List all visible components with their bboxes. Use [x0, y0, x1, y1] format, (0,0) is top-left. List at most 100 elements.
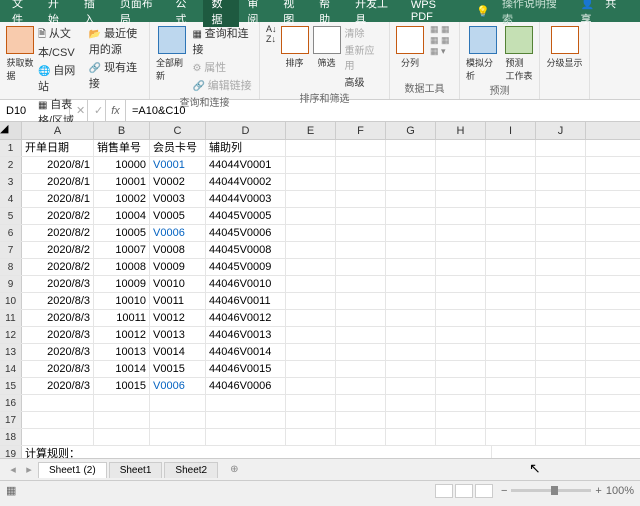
cell[interactable]: 销售单号	[94, 140, 150, 156]
cell[interactable]: 10015	[94, 378, 150, 394]
col-header[interactable]: A	[22, 122, 94, 139]
cell[interactable]	[206, 412, 286, 428]
cell[interactable]: 10000	[94, 157, 150, 173]
cell[interactable]: 10002	[94, 191, 150, 207]
cell[interactable]: 44045V0005	[206, 208, 286, 224]
cell[interactable]: V0012	[150, 310, 206, 326]
from-web[interactable]: 🌐 自网站	[38, 61, 85, 95]
cell[interactable]: 10004	[94, 208, 150, 224]
row-header[interactable]: 6	[0, 225, 22, 241]
cell[interactable]	[150, 412, 206, 428]
zoom-level[interactable]: 100%	[606, 485, 634, 497]
cell[interactable]: 2020/8/3	[22, 327, 94, 343]
cell[interactable]: 辅助列	[206, 140, 286, 156]
reapply[interactable]: 重新应用	[345, 41, 383, 73]
cell[interactable]: V0002	[150, 174, 206, 190]
filter-button[interactable]: 筛选	[313, 24, 341, 90]
cell[interactable]	[22, 412, 94, 428]
zoom-in[interactable]: +	[595, 485, 601, 497]
cell[interactable]: 2020/8/2	[22, 242, 94, 258]
whatif[interactable]: 模拟分析	[466, 24, 499, 82]
row-header[interactable]: 12	[0, 327, 22, 343]
tab-nav-next[interactable]: ▸	[22, 463, 36, 476]
spreadsheet-grid[interactable]: ◢ A B C D E F G H I J 1开单日期销售单号会员卡号辅助列22…	[0, 122, 640, 458]
row-header[interactable]: 11	[0, 310, 22, 326]
cell[interactable]: V0013	[150, 327, 206, 343]
row-header[interactable]: 14	[0, 361, 22, 377]
cell[interactable]: V0005	[150, 208, 206, 224]
view-normal[interactable]	[435, 484, 453, 498]
cell[interactable]: 44045V0009	[206, 259, 286, 275]
cell[interactable]: 10007	[94, 242, 150, 258]
cell[interactable]: 2020/8/1	[22, 191, 94, 207]
cell[interactable]	[94, 429, 150, 445]
select-all-corner[interactable]: ◢	[0, 122, 22, 139]
view-break[interactable]	[475, 484, 493, 498]
cell[interactable]	[22, 429, 94, 445]
refresh-all[interactable]: 全部刷新	[156, 24, 188, 94]
recent-sources[interactable]: 📂 最近使用的源	[89, 24, 143, 58]
col-header[interactable]: H	[436, 122, 486, 139]
sheet-tab[interactable]: Sheet1	[109, 462, 163, 478]
cell[interactable]: 10009	[94, 276, 150, 292]
cell[interactable]: 2020/8/2	[22, 259, 94, 275]
menu-wps[interactable]: WPS PDF	[403, 0, 464, 23]
row-header[interactable]: 9	[0, 276, 22, 292]
cell[interactable]: V0015	[150, 361, 206, 377]
row-header[interactable]: 15	[0, 378, 22, 394]
cell[interactable]	[206, 395, 286, 411]
cell[interactable]: 10001	[94, 174, 150, 190]
edit-links[interactable]: 🔗 编辑链接	[192, 76, 253, 94]
properties[interactable]: ⚙ 属性	[192, 58, 253, 76]
col-header[interactable]: J	[536, 122, 586, 139]
cell[interactable]: 44046V0011	[206, 293, 286, 309]
cell[interactable]: V0011	[150, 293, 206, 309]
cell[interactable]: 44046V0010	[206, 276, 286, 292]
cell[interactable]: V0001	[150, 157, 206, 173]
cell[interactable]: 10014	[94, 361, 150, 377]
forecast[interactable]: 预测 工作表	[505, 24, 533, 82]
cell[interactable]: 2020/8/1	[22, 174, 94, 190]
cell[interactable]: 2020/8/3	[22, 344, 94, 360]
row-header[interactable]: 3	[0, 174, 22, 190]
cell[interactable]: 2020/8/3	[22, 310, 94, 326]
row-header[interactable]: 13	[0, 344, 22, 360]
cell[interactable]: 44045V0008	[206, 242, 286, 258]
cell[interactable]: 2020/8/3	[22, 378, 94, 394]
row-header[interactable]: 4	[0, 191, 22, 207]
from-csv[interactable]: 🗎 从文本/CSV	[38, 24, 85, 61]
col-header[interactable]: G	[386, 122, 436, 139]
cell[interactable]	[22, 395, 94, 411]
cell[interactable]	[206, 429, 286, 445]
sort-button[interactable]: 排序	[281, 24, 309, 90]
cell[interactable]: 44046V0014	[206, 344, 286, 360]
sort-az[interactable]: A↓Z↓	[266, 24, 277, 90]
cell[interactable]: 44046V0012	[206, 310, 286, 326]
get-data-button[interactable]: 获取数 据	[6, 24, 34, 129]
queries[interactable]: ▦ 查询和连接	[192, 24, 253, 58]
cell[interactable]: V0014	[150, 344, 206, 360]
cell[interactable]: 会员卡号	[150, 140, 206, 156]
col-header[interactable]: B	[94, 122, 150, 139]
cell[interactable]	[94, 395, 150, 411]
zoom-out[interactable]: −	[501, 485, 507, 497]
cell[interactable]: 44046V0006	[206, 378, 286, 394]
col-header[interactable]: E	[286, 122, 336, 139]
row-header[interactable]: 16	[0, 395, 22, 411]
cell[interactable]: 开单日期	[22, 140, 94, 156]
row-header[interactable]: 8	[0, 259, 22, 275]
tab-nav-prev[interactable]: ◂	[6, 463, 20, 476]
cell[interactable]: V0009	[150, 259, 206, 275]
cell[interactable]	[150, 395, 206, 411]
cell[interactable]: 44044V0001	[206, 157, 286, 173]
sheet-tab[interactable]: Sheet2	[164, 462, 218, 478]
cell[interactable]	[94, 412, 150, 428]
cell[interactable]: V0008	[150, 242, 206, 258]
text-to-cols[interactable]: 分列	[396, 24, 424, 69]
row-header[interactable]: 10	[0, 293, 22, 309]
cell[interactable]: 44046V0015	[206, 361, 286, 377]
col-header[interactable]: D	[206, 122, 286, 139]
cell[interactable]: 10013	[94, 344, 150, 360]
add-sheet-button[interactable]: ⊕	[220, 462, 248, 477]
row-header[interactable]: 5	[0, 208, 22, 224]
